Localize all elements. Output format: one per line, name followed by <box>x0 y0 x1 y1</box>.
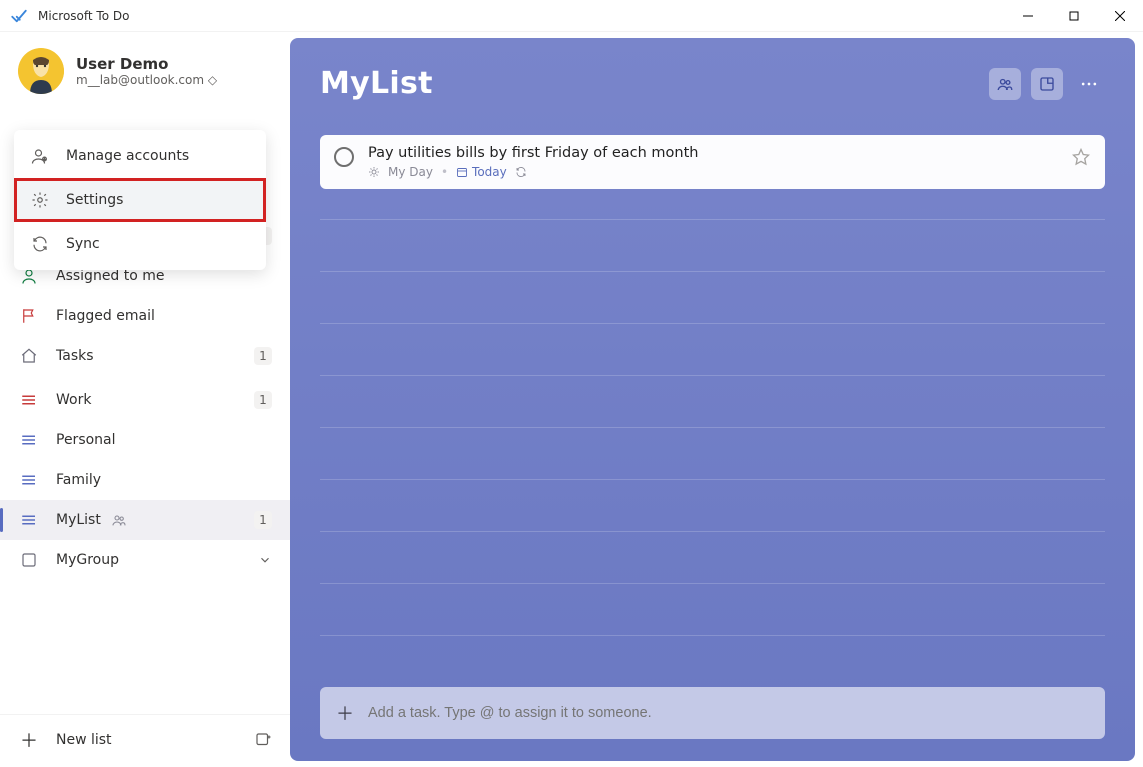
nav-count: 1 <box>254 347 272 365</box>
nav-work[interactable]: Work 1 <box>0 380 290 420</box>
task-complete-checkbox[interactable] <box>334 147 354 167</box>
nav-mygroup[interactable]: MyGroup <box>0 540 290 580</box>
avatar <box>18 48 64 94</box>
nav-mylist[interactable]: MyList 1 <box>0 500 290 540</box>
sync-icon <box>30 234 50 254</box>
nav-label: Personal <box>56 432 116 448</box>
myday-label: My Day <box>388 165 433 179</box>
person-add-icon <box>30 146 50 166</box>
list-icon <box>18 511 40 529</box>
plus-icon[interactable]: ＋ <box>18 727 40 753</box>
nav-label: Tasks <box>56 348 94 364</box>
nav-label: Work <box>56 392 91 408</box>
plus-icon: ＋ <box>336 700 354 726</box>
nav-label: MyList <box>56 512 101 528</box>
new-list-label[interactable]: New list <box>56 732 112 748</box>
task-row[interactable]: Pay utilities bills by first Friday of e… <box>320 135 1105 189</box>
chevron-down-icon <box>258 553 272 567</box>
add-task-bar[interactable]: ＋ <box>320 687 1105 739</box>
gear-icon <box>30 190 50 210</box>
menu-label: Settings <box>66 192 123 208</box>
more-button[interactable] <box>1073 68 1105 100</box>
star-icon[interactable] <box>1071 147 1091 167</box>
menu-label: Manage accounts <box>66 148 189 164</box>
title-bar: Microsoft To Do <box>0 0 1143 32</box>
repeat-icon <box>515 166 527 178</box>
maximize-button[interactable] <box>1051 0 1097 32</box>
task-title: Pay utilities bills by first Friday of e… <box>368 145 1057 161</box>
new-list-row: ＋ New list <box>0 714 290 767</box>
account-header[interactable]: User Demo m__lab@outlook.com ◇ <box>0 40 290 108</box>
share-button[interactable] <box>989 68 1021 100</box>
menu-label: Sync <box>66 236 100 252</box>
nav-personal[interactable]: Personal <box>0 420 290 460</box>
group-icon <box>18 551 40 569</box>
menu-manage-accounts[interactable]: Manage accounts <box>14 134 266 178</box>
minimize-button[interactable] <box>1005 0 1051 32</box>
due-label: Today <box>472 165 507 179</box>
app-logo-icon <box>10 7 28 25</box>
account-user-name: User Demo <box>76 55 217 73</box>
nav-tasks[interactable]: Tasks 1 <box>0 336 290 376</box>
nav-count: 1 <box>254 391 272 409</box>
list-icon <box>18 471 40 489</box>
empty-lines <box>320 213 1105 687</box>
sidebar: User Demo m__lab@outlook.com ◇ Manage ac… <box>0 32 290 767</box>
window-controls <box>1005 0 1143 32</box>
account-menu: Manage accounts Settings Sync <box>14 130 266 270</box>
add-task-input[interactable] <box>368 705 1089 721</box>
menu-sync[interactable]: Sync <box>14 222 266 266</box>
main-pane: MyList Pay utilities bills by first Frid… <box>290 38 1135 761</box>
nav-label: Flagged email <box>56 308 155 324</box>
new-group-button[interactable] <box>254 731 272 749</box>
app-title: Microsoft To Do <box>38 9 129 23</box>
flag-icon <box>18 307 40 325</box>
close-button[interactable] <box>1097 0 1143 32</box>
meta-separator: • <box>441 165 448 179</box>
list-icon <box>18 431 40 449</box>
nav-label: Assigned to me <box>56 268 165 284</box>
nav-label: Family <box>56 472 101 488</box>
task-meta: My Day • Today <box>368 165 1057 179</box>
account-user-email: m__lab@outlook.com ◇ <box>76 73 217 87</box>
nav-flagged[interactable]: Flagged email <box>0 296 290 336</box>
calendar-icon <box>456 166 468 178</box>
menu-settings[interactable]: Settings <box>14 178 266 222</box>
nav-family[interactable]: Family <box>0 460 290 500</box>
sun-icon <box>368 166 380 178</box>
list-icon <box>18 391 40 409</box>
nav-label: MyGroup <box>56 552 119 568</box>
home-icon <box>18 347 40 365</box>
focus-button[interactable] <box>1031 68 1063 100</box>
people-icon <box>111 512 127 528</box>
list-title[interactable]: MyList <box>320 66 433 101</box>
list-header: MyList <box>320 66 1105 101</box>
nav-count: 1 <box>254 511 272 529</box>
